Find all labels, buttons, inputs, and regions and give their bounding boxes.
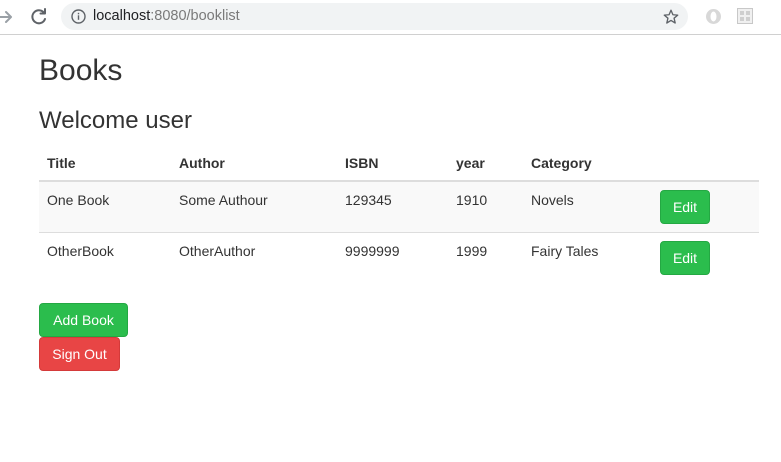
opera-extension-icon[interactable] xyxy=(705,8,722,25)
cell-category: Novels xyxy=(523,180,652,232)
forward-arrow-icon[interactable] xyxy=(0,6,17,28)
sign-out-button[interactable]: Sign Out xyxy=(39,337,120,371)
address-bar[interactable]: localhost:8080/booklist xyxy=(61,3,688,30)
column-header-category: Category xyxy=(523,145,652,182)
column-header-actions xyxy=(652,145,759,182)
books-table: Title Author ISBN year Category One Book… xyxy=(39,145,759,283)
cell-title: One Book xyxy=(39,180,171,232)
cell-year: 1910 xyxy=(448,180,523,232)
add-book-button[interactable]: Add Book xyxy=(39,303,128,337)
url-host: localhost xyxy=(93,8,151,24)
page-title: Books xyxy=(39,54,123,87)
reload-icon[interactable] xyxy=(28,6,50,28)
edit-button[interactable]: Edit xyxy=(660,190,710,224)
star-icon[interactable] xyxy=(662,8,680,26)
url-text[interactable]: localhost:8080/booklist xyxy=(93,3,240,30)
cell-author: Some Authour xyxy=(171,180,337,232)
grid-extension-icon[interactable] xyxy=(737,8,753,24)
welcome-heading: Welcome user xyxy=(39,107,192,134)
cell-author: OtherAuthor xyxy=(171,231,337,283)
cell-actions: Edit xyxy=(652,231,759,283)
table-header-row: Title Author ISBN year Category xyxy=(39,145,759,182)
cell-isbn: 9999999 xyxy=(337,231,448,283)
info-icon[interactable] xyxy=(71,9,86,24)
column-header-title: Title xyxy=(39,145,171,182)
column-header-year: year xyxy=(448,145,523,182)
column-header-author: Author xyxy=(171,145,337,182)
cell-title: OtherBook xyxy=(39,231,171,283)
table-row: One Book Some Authour 129345 1910 Novels… xyxy=(39,180,759,232)
cell-year: 1999 xyxy=(448,231,523,283)
edit-button[interactable]: Edit xyxy=(660,240,710,275)
cell-category: Fairy Tales xyxy=(523,231,652,283)
cell-isbn: 129345 xyxy=(337,180,448,232)
table-row: OtherBook OtherAuthor 9999999 1999 Fairy… xyxy=(39,231,759,283)
cell-actions: Edit xyxy=(652,180,759,232)
url-path: :8080/booklist xyxy=(150,8,240,24)
browser-toolbar: localhost:8080/booklist xyxy=(0,0,781,35)
column-header-isbn: ISBN xyxy=(337,145,448,182)
